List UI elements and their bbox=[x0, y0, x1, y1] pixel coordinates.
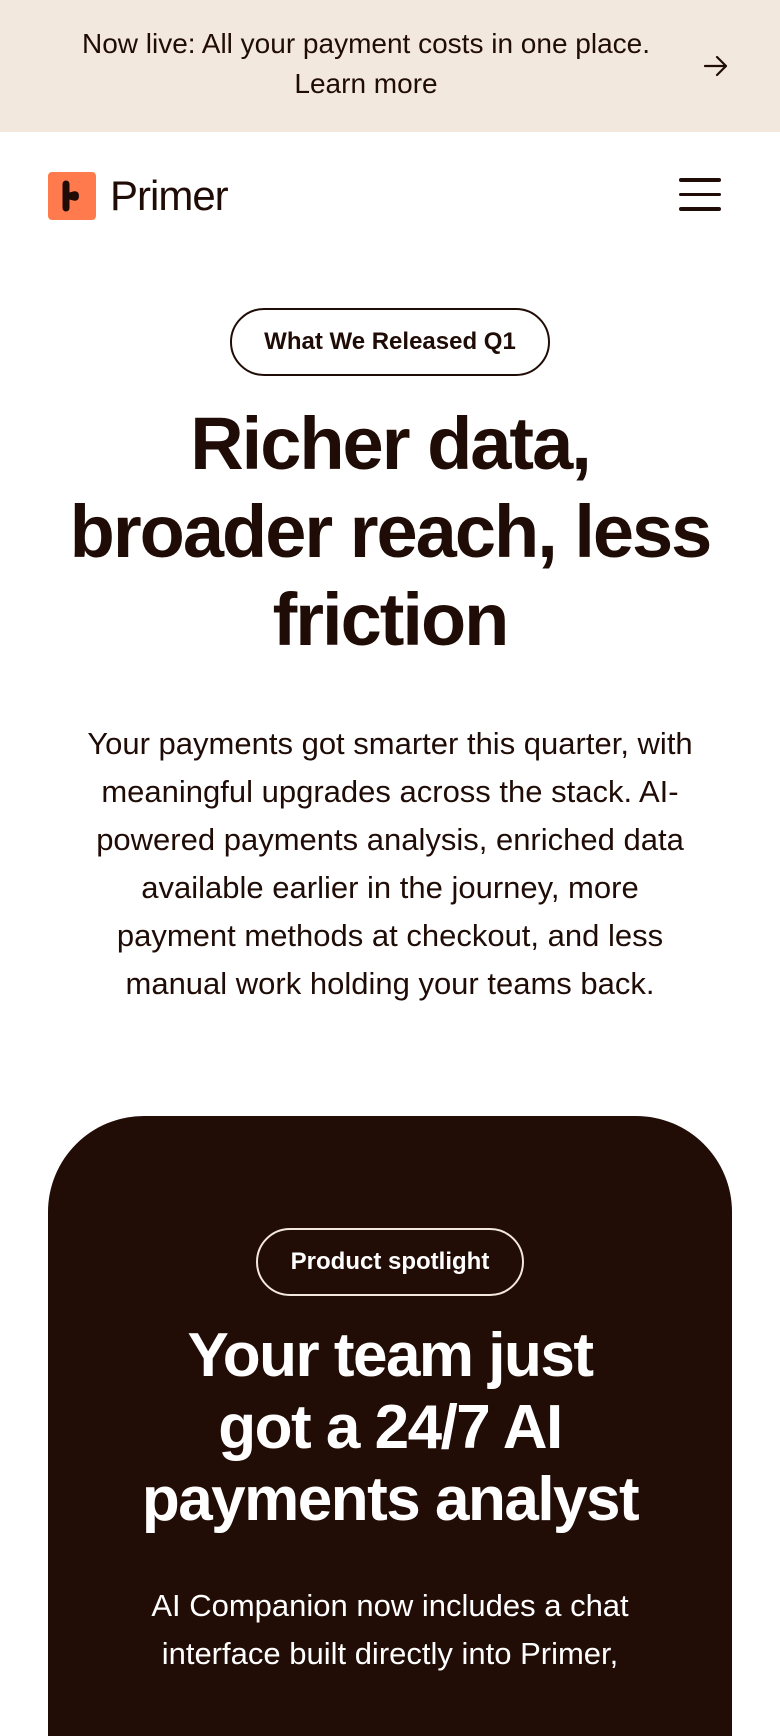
product-spotlight-card: Product spotlight Your team just got a 2… bbox=[48, 1116, 732, 1736]
release-badge[interactable]: What We Released Q1 bbox=[230, 308, 550, 376]
announcement-text[interactable]: Now live: All your payment costs in one … bbox=[40, 24, 692, 104]
announcement-line-1: Now live: All your payment costs in one … bbox=[81, 28, 651, 59]
primer-logo[interactable]: Primer bbox=[48, 172, 229, 220]
hero-title-line: broader reach, less bbox=[69, 490, 713, 573]
primer-logo-icon bbox=[48, 172, 96, 220]
menu-bar-bottom bbox=[679, 207, 721, 211]
spotlight-title-line: Your team just bbox=[187, 1321, 594, 1390]
spotlight-description: AI Companion now includes a chat interfa… bbox=[78, 1582, 702, 1678]
hero-description-line: payment methods at checkout, and less bbox=[116, 918, 664, 953]
hero-description-line: powered payments analysis, enriched data bbox=[96, 822, 684, 857]
hero-description-line: meaningful upgrades across the stack. AI… bbox=[101, 774, 679, 809]
hero-title-line: friction bbox=[272, 578, 510, 661]
menu-bar-middle bbox=[679, 192, 721, 196]
top-navigation: Primer bbox=[0, 132, 780, 260]
hero-description-line: Your payments got smarter this quarter, … bbox=[87, 726, 693, 761]
hero-description-line: manual work holding your teams back. bbox=[125, 966, 655, 1001]
logo-wordmark: Primer bbox=[110, 172, 229, 219]
hero-description-line: available earlier in the journey, more bbox=[141, 870, 639, 905]
menu-bar-top bbox=[679, 178, 721, 182]
spotlight-description-line: interface built directly into Primer, bbox=[161, 1636, 619, 1671]
arrow-right-icon[interactable] bbox=[700, 50, 732, 82]
spotlight-title-line: payments analyst bbox=[141, 1465, 640, 1534]
hero-title-line: Richer data, bbox=[190, 402, 592, 485]
product-spotlight-badge: Product spotlight bbox=[256, 1228, 524, 1296]
spotlight-title-line: got a 24/7 AI bbox=[218, 1393, 563, 1462]
hero-description: Your payments got smarter this quarter, … bbox=[40, 720, 740, 1008]
hamburger-menu-icon[interactable] bbox=[676, 178, 724, 214]
hero-title: Richer data, broader reach, less frictio… bbox=[40, 400, 740, 664]
spotlight-title: Your team just got a 24/7 AI payments an… bbox=[68, 1320, 712, 1536]
announcement-learn-more-link[interactable]: Learn more bbox=[40, 64, 692, 104]
spotlight-description-line: AI Companion now includes a chat bbox=[151, 1588, 629, 1623]
announcement-banner[interactable]: Now live: All your payment costs in one … bbox=[0, 0, 780, 132]
